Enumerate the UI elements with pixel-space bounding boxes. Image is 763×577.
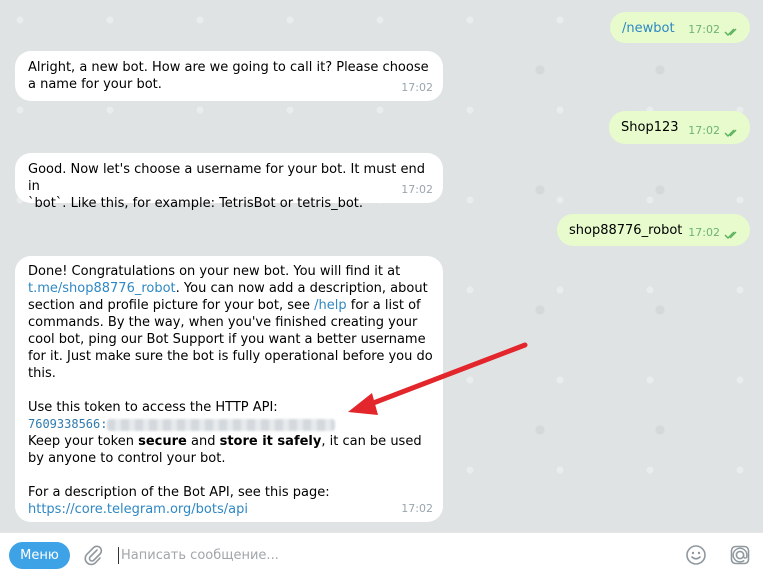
message-text: shop88776_robot [569, 223, 683, 238]
message-time: 17:02 [688, 226, 720, 239]
double-check-icon [724, 231, 737, 239]
warning-text: Keep your token [28, 434, 139, 449]
double-check-icon [724, 28, 737, 36]
message-body: Done! Congratulations on your new bot. Y… [28, 263, 438, 518]
text-cursor [118, 547, 119, 564]
message-text-line: Good. Now let's choose a username for yo… [28, 162, 425, 194]
message-outgoing[interactable]: /newbot 17:02 [610, 12, 750, 43]
warning-secure: secure [138, 434, 187, 449]
paperclip-icon[interactable] [82, 544, 104, 566]
message-text: Done! Congratulations on your new bot. Y… [28, 264, 401, 279]
token-prefix[interactable]: 7609338566: [28, 417, 107, 431]
message-text: Alright, a new bot. How are we going to … [28, 60, 429, 92]
message-time: 17:02 [401, 502, 433, 515]
token-line: 7609338566: [28, 416, 438, 433]
message-incoming[interactable]: Good. Now let's choose a username for yo… [15, 153, 443, 211]
message-input[interactable] [121, 546, 641, 565]
message-incoming[interactable]: Done! Congratulations on your new bot. Y… [15, 256, 443, 522]
chat-area: /newbot 17:02 Alright, a new bot. How ar… [0, 0, 763, 532]
warning-text: and [186, 434, 220, 449]
api-docs-link[interactable]: https://core.telegram.org/bots/api [28, 501, 438, 518]
message-outgoing[interactable]: shop88776_robot 17:02 [557, 214, 750, 246]
warning-store: store it safely [219, 434, 322, 449]
commands-icon[interactable] [729, 544, 751, 566]
api-intro: For a description of the Bot API, see th… [28, 485, 330, 500]
message-time: 17:02 [401, 81, 433, 94]
message-composer: Меню [0, 532, 763, 577]
message-incoming[interactable]: Alright, a new bot. How are we going to … [15, 51, 443, 101]
double-check-icon [724, 129, 737, 137]
message-time: 17:02 [401, 183, 433, 196]
help-command-link[interactable]: /help [314, 298, 346, 313]
message-text: Shop123 [621, 120, 679, 135]
message-time: 17:02 [688, 23, 720, 36]
menu-button[interactable]: Меню [9, 542, 70, 569]
message-outgoing[interactable]: Shop123 17:02 [609, 111, 750, 144]
token-intro: Use this token to access the HTTP API: [28, 400, 278, 415]
bot-link[interactable]: t.me/shop88776_robot [28, 281, 176, 296]
token-redacted [107, 418, 336, 431]
token-warning: Keep your token secure and store it safe… [28, 433, 438, 467]
message-text-line: `bot`. Like this, for example: TetrisBot… [28, 196, 364, 211]
message-text: /newbot [622, 21, 675, 36]
message-time: 17:02 [688, 124, 720, 137]
smile-icon[interactable] [685, 544, 707, 566]
